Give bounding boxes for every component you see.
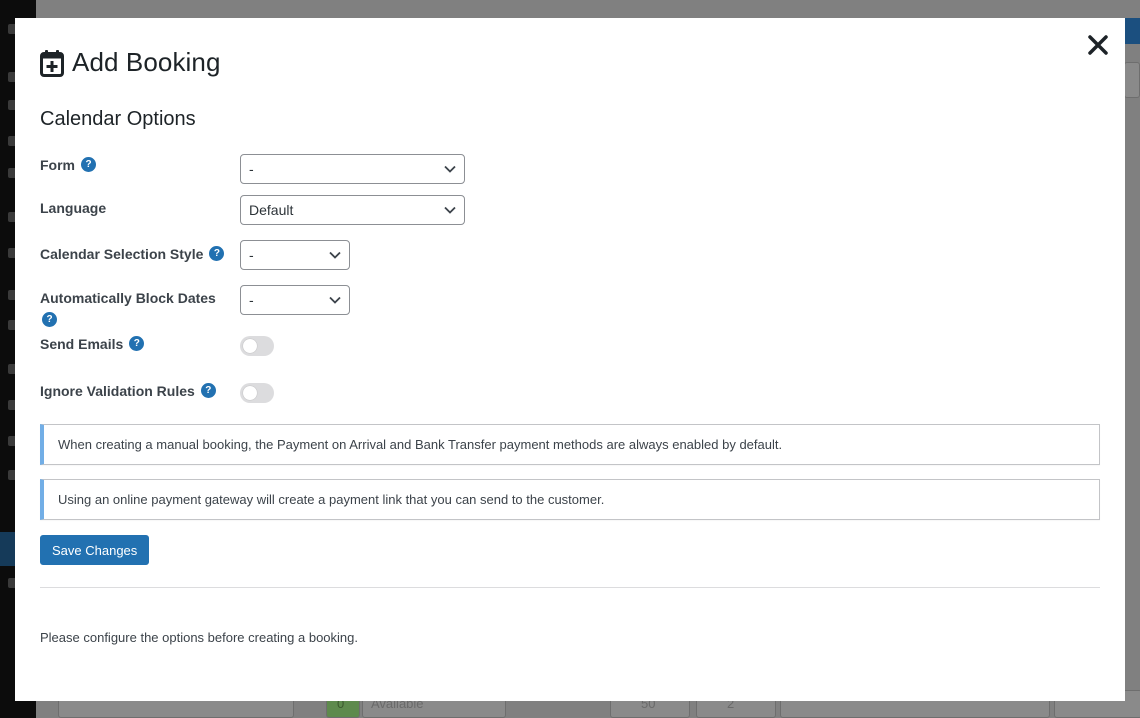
chevron-down-icon bbox=[329, 251, 341, 259]
chevron-down-icon bbox=[329, 296, 341, 304]
help-icon[interactable]: ? bbox=[209, 245, 225, 261]
section-title: Calendar Options bbox=[40, 108, 196, 130]
send-emails-toggle[interactable] bbox=[240, 336, 274, 356]
block-dates-row: Automatically Block Dates? - bbox=[40, 285, 350, 328]
selection-style-label: Calendar Selection Style? bbox=[40, 240, 240, 264]
close-icon bbox=[1088, 35, 1108, 55]
calendar-plus-icon bbox=[40, 49, 64, 77]
selection-style-select[interactable]: - bbox=[240, 240, 350, 270]
help-icon[interactable]: ? bbox=[81, 156, 96, 172]
help-icon[interactable]: ? bbox=[200, 382, 216, 398]
modal-title: Add Booking bbox=[72, 47, 221, 77]
toggle-knob bbox=[243, 339, 257, 353]
info-notice: When creating a manual booking, the Paym… bbox=[40, 424, 1100, 465]
language-label: Language bbox=[40, 200, 107, 216]
block-dates-select[interactable]: - bbox=[240, 285, 350, 315]
help-icon[interactable]: ? bbox=[129, 335, 145, 351]
chevron-down-icon bbox=[444, 165, 456, 173]
add-booking-modal: Add Booking Calendar Options Form? - Lan… bbox=[15, 18, 1125, 701]
footer-note: Please configure the options before crea… bbox=[40, 630, 358, 645]
ignore-validation-row: Ignore Validation Rules? bbox=[40, 381, 274, 403]
modal-header: Add Booking bbox=[40, 47, 221, 78]
save-changes-button[interactable]: Save Changes bbox=[40, 535, 150, 565]
form-row: Form? - bbox=[40, 154, 465, 184]
toggle-knob bbox=[243, 386, 257, 400]
selection-style-row: Calendar Selection Style? - bbox=[40, 240, 350, 270]
ignore-validation-toggle[interactable] bbox=[240, 383, 274, 403]
form-label: Form? bbox=[40, 154, 240, 175]
language-select[interactable]: Default bbox=[240, 195, 465, 225]
chevron-down-icon bbox=[444, 206, 456, 214]
close-button[interactable] bbox=[1085, 32, 1111, 58]
send-emails-label: Send Emails? bbox=[40, 334, 240, 354]
background-field bbox=[1124, 62, 1140, 98]
block-dates-label: Automatically Block Dates? bbox=[40, 290, 216, 327]
help-icon[interactable]: ? bbox=[42, 311, 57, 327]
form-select[interactable]: - bbox=[240, 154, 465, 184]
language-row: Language Default bbox=[40, 195, 465, 225]
send-emails-row: Send Emails? bbox=[40, 334, 274, 356]
info-notice: Using an online payment gateway will cre… bbox=[40, 479, 1100, 520]
divider bbox=[40, 587, 1100, 588]
ignore-validation-label: Ignore Validation Rules? bbox=[40, 381, 240, 401]
